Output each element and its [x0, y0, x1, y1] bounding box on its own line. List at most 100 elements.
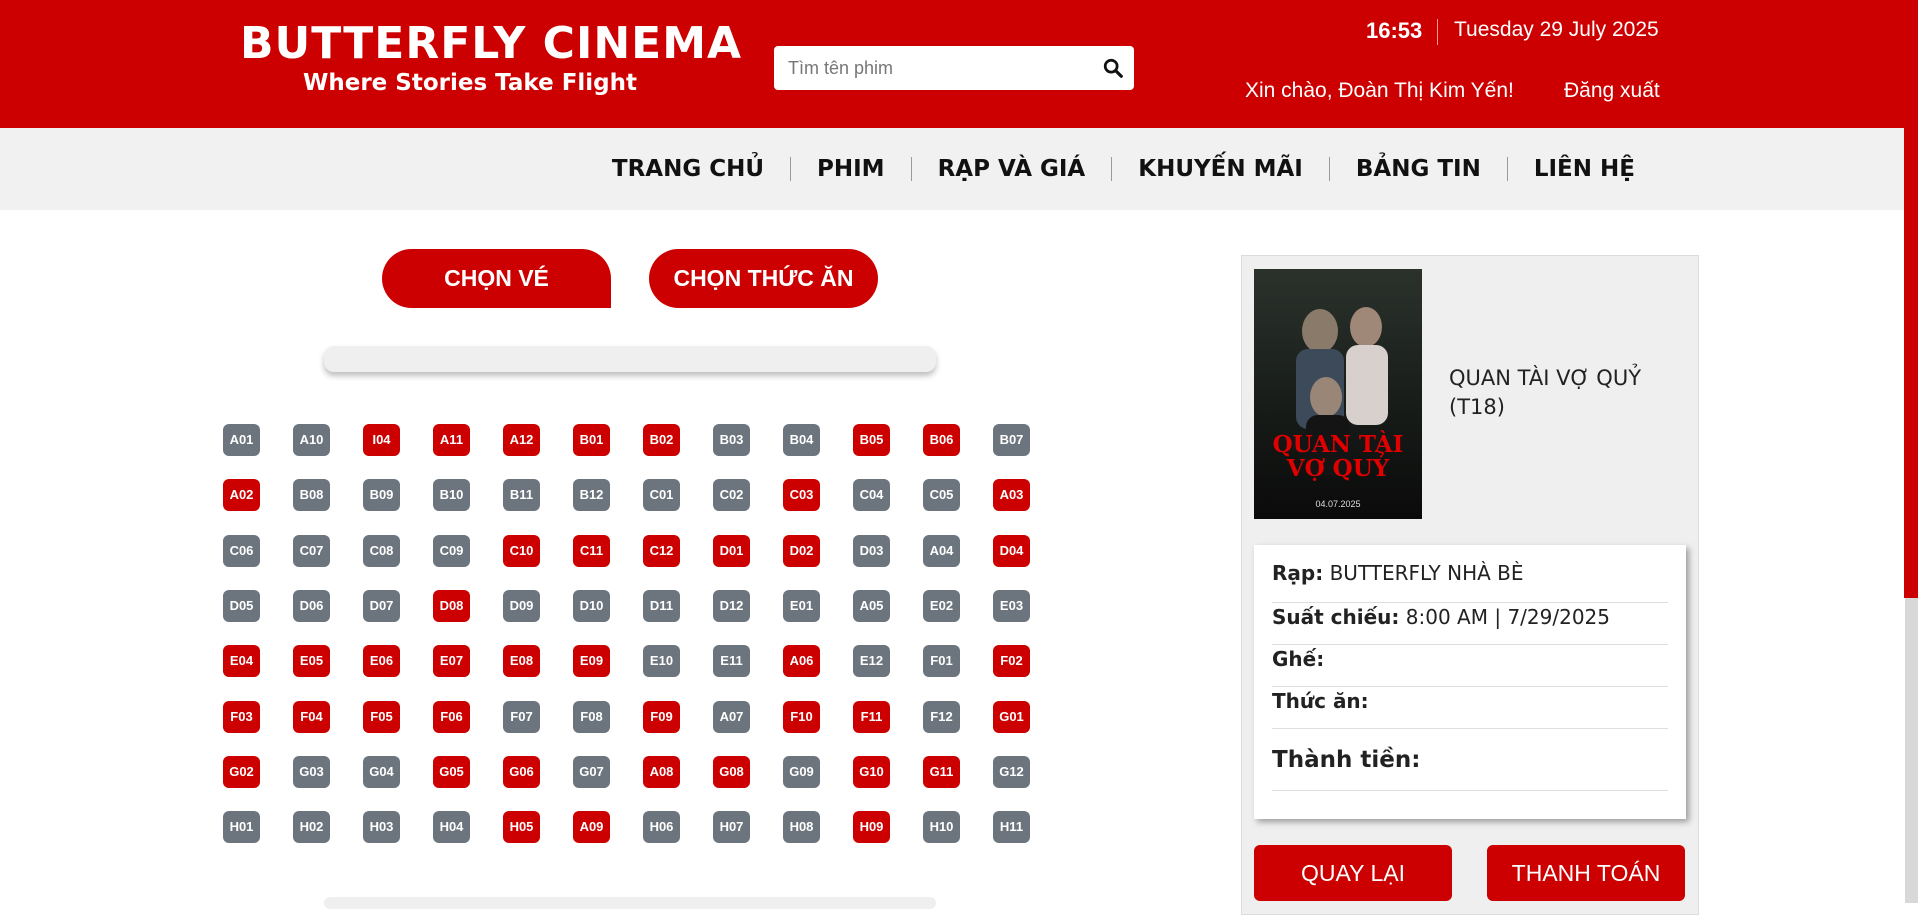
seat-a04[interactable]: A04: [923, 535, 960, 567]
seat-e12[interactable]: E12: [853, 645, 890, 677]
seat-g05[interactable]: G05: [433, 756, 470, 788]
seat-e06[interactable]: E06: [363, 645, 400, 677]
seat-h05[interactable]: H05: [503, 811, 540, 843]
seat-e11[interactable]: E11: [713, 645, 750, 677]
seat-f09[interactable]: F09: [643, 701, 680, 733]
seat-c10[interactable]: C10: [503, 535, 540, 567]
search-input[interactable]: [788, 46, 1088, 90]
seat-e05[interactable]: E05: [293, 645, 330, 677]
seat-a03[interactable]: A03: [993, 479, 1030, 511]
back-button[interactable]: QUAY LẠI: [1254, 845, 1452, 901]
seat-e08[interactable]: E08: [503, 645, 540, 677]
seat-e03[interactable]: E03: [993, 590, 1030, 622]
seat-c11[interactable]: C11: [573, 535, 610, 567]
seat-a05[interactable]: A05: [853, 590, 890, 622]
seat-b10[interactable]: B10: [433, 479, 470, 511]
seat-a12[interactable]: A12: [503, 424, 540, 456]
seat-h08[interactable]: H08: [783, 811, 820, 843]
seat-a01[interactable]: A01: [223, 424, 260, 456]
seat-e02[interactable]: E02: [923, 590, 960, 622]
pay-button[interactable]: THANH TOÁN: [1487, 845, 1685, 901]
seat-g03[interactable]: G03: [293, 756, 330, 788]
seat-d11[interactable]: D11: [643, 590, 680, 622]
tab-choose-tickets[interactable]: CHỌN VÉ: [382, 249, 611, 308]
logout-link[interactable]: Đăng xuất: [1564, 79, 1660, 103]
seat-b02[interactable]: B02: [643, 424, 680, 456]
seat-h03[interactable]: H03: [363, 811, 400, 843]
seat-f11[interactable]: F11: [853, 701, 890, 733]
seat-f04[interactable]: F04: [293, 701, 330, 733]
seat-b06[interactable]: B06: [923, 424, 960, 456]
seat-f05[interactable]: F05: [363, 701, 400, 733]
seat-e10[interactable]: E10: [643, 645, 680, 677]
seat-g06[interactable]: G06: [503, 756, 540, 788]
seat-g09[interactable]: G09: [783, 756, 820, 788]
seat-a11[interactable]: A11: [433, 424, 470, 456]
seat-c09[interactable]: C09: [433, 535, 470, 567]
seat-d09[interactable]: D09: [503, 590, 540, 622]
seat-a02[interactable]: A02: [223, 479, 260, 511]
seat-b01[interactable]: B01: [573, 424, 610, 456]
seat-h07[interactable]: H07: [713, 811, 750, 843]
seat-h04[interactable]: H04: [433, 811, 470, 843]
seat-d02[interactable]: D02: [783, 535, 820, 567]
scrollbar-track[interactable]: [1905, 598, 1918, 903]
seat-f07[interactable]: F07: [503, 701, 540, 733]
seat-d07[interactable]: D07: [363, 590, 400, 622]
seat-c07[interactable]: C07: [293, 535, 330, 567]
seat-b08[interactable]: B08: [293, 479, 330, 511]
seat-f06[interactable]: F06: [433, 701, 470, 733]
seat-e01[interactable]: E01: [783, 590, 820, 622]
seat-a08[interactable]: A08: [643, 756, 680, 788]
seat-d01[interactable]: D01: [713, 535, 750, 567]
seat-d03[interactable]: D03: [853, 535, 890, 567]
seat-f10[interactable]: F10: [783, 701, 820, 733]
seat-c02[interactable]: C02: [713, 479, 750, 511]
seat-e07[interactable]: E07: [433, 645, 470, 677]
seat-c06[interactable]: C06: [223, 535, 260, 567]
nav-contact[interactable]: LIÊN HỆ: [1506, 157, 1661, 181]
seat-g12[interactable]: G12: [993, 756, 1030, 788]
seat-f03[interactable]: F03: [223, 701, 260, 733]
seat-h02[interactable]: H02: [293, 811, 330, 843]
seat-f12[interactable]: F12: [923, 701, 960, 733]
seat-b11[interactable]: B11: [503, 479, 540, 511]
seat-c05[interactable]: C05: [923, 479, 960, 511]
nav-promotions[interactable]: KHUYẾN MÃI: [1111, 157, 1329, 181]
seat-d06[interactable]: D06: [293, 590, 330, 622]
nav-news[interactable]: BẢNG TIN: [1328, 157, 1507, 181]
nav-movies[interactable]: PHIM: [790, 157, 911, 181]
seat-d10[interactable]: D10: [573, 590, 610, 622]
seat-a07[interactable]: A07: [713, 701, 750, 733]
brand-logo[interactable]: BUTTERFLY CINEMA: [240, 18, 742, 69]
seat-h06[interactable]: H06: [643, 811, 680, 843]
seat-b03[interactable]: B03: [713, 424, 750, 456]
seat-g11[interactable]: G11: [923, 756, 960, 788]
tab-choose-food[interactable]: CHỌN THỨC ĂN: [649, 249, 878, 308]
seat-c08[interactable]: C08: [363, 535, 400, 567]
seat-c12[interactable]: C12: [643, 535, 680, 567]
seat-h01[interactable]: H01: [223, 811, 260, 843]
seat-d04[interactable]: D04: [993, 535, 1030, 567]
seat-b09[interactable]: B09: [363, 479, 400, 511]
seat-d05[interactable]: D05: [223, 590, 260, 622]
seat-d12[interactable]: D12: [713, 590, 750, 622]
seat-g01[interactable]: G01: [993, 701, 1030, 733]
seat-g07[interactable]: G07: [573, 756, 610, 788]
seat-a09[interactable]: A09: [573, 811, 610, 843]
seat-e04[interactable]: E04: [223, 645, 260, 677]
seat-f02[interactable]: F02: [993, 645, 1030, 677]
seat-f08[interactable]: F08: [573, 701, 610, 733]
seat-b05[interactable]: B05: [853, 424, 890, 456]
seat-g10[interactable]: G10: [853, 756, 890, 788]
seat-h10[interactable]: H10: [923, 811, 960, 843]
search-icon[interactable]: [1102, 57, 1124, 79]
nav-home[interactable]: TRANG CHỦ: [586, 157, 790, 181]
seat-c01[interactable]: C01: [643, 479, 680, 511]
seat-e09[interactable]: E09: [573, 645, 610, 677]
seat-c04[interactable]: C04: [853, 479, 890, 511]
seat-i04[interactable]: I04: [363, 424, 400, 456]
seat-b12[interactable]: B12: [573, 479, 610, 511]
seat-h09[interactable]: H09: [853, 811, 890, 843]
seat-c03[interactable]: C03: [783, 479, 820, 511]
